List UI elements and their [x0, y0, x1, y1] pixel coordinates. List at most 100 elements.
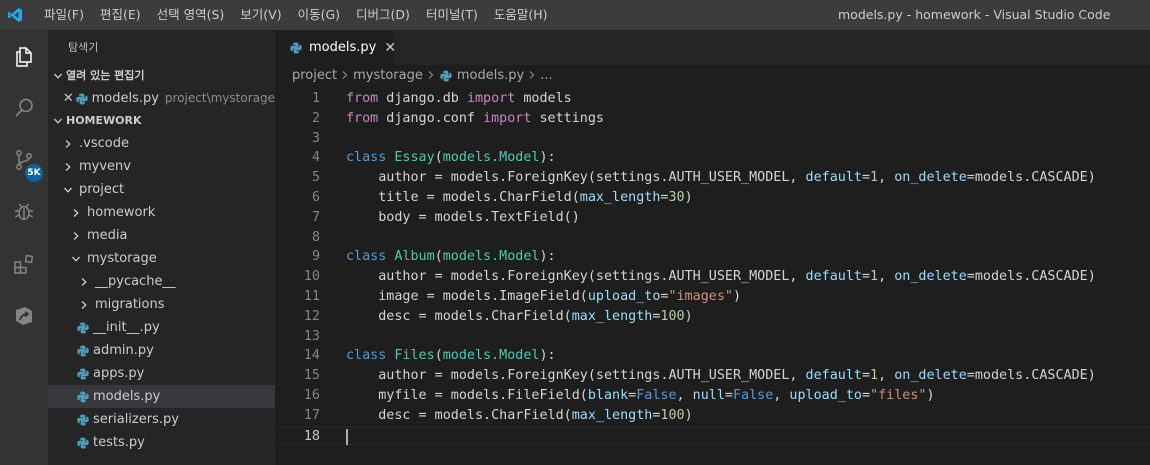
code-token: max_length [571, 308, 653, 324]
code-token: title = models.CharField( [346, 189, 580, 205]
code-line[interactable]: 9 class Album(models.Model): [275, 247, 1150, 267]
folder-item[interactable]: homework [48, 201, 275, 224]
code-token: upload_to [789, 387, 862, 403]
code-token: image = models.ImageField( [346, 288, 588, 304]
code-token: models [515, 91, 572, 106]
file-item[interactable]: serializers.py [48, 408, 275, 431]
sidebar-title: 탐색기 [68, 41, 99, 54]
code-token: author = models.ForeignKey(settings.AUTH… [346, 269, 806, 285]
code-token: "files" [870, 387, 927, 403]
open-editors-header[interactable]: 열려 있는 편집기 [48, 65, 275, 87]
python-file-icon [439, 69, 453, 83]
line-number: 14 [303, 348, 320, 364]
code-token: = [861, 387, 871, 403]
code-line[interactable]: 1 from django.db import models [275, 89, 1150, 109]
workspace-header[interactable]: HOMEWORK [48, 110, 275, 132]
code-line[interactable]: 12 desc = models.CharField(max_length=10… [275, 307, 1150, 327]
code-token: models.Model [442, 348, 540, 364]
code-token: class [346, 249, 387, 265]
folder-item[interactable]: migrations [48, 293, 275, 316]
tree-item-label: __pycache__ [95, 274, 176, 289]
menu-item[interactable]: 디버그(D) [348, 0, 418, 30]
code-line[interactable]: 7 body = models.TextField() [275, 208, 1150, 228]
code-token: models.Model [442, 249, 540, 265]
close-icon[interactable]: ✕ [62, 87, 75, 110]
debug-icon[interactable] [0, 188, 48, 236]
code-token: from [346, 91, 379, 106]
file-item[interactable]: admin.py [48, 339, 275, 362]
code-line[interactable]: 3 [275, 129, 1150, 149]
folder-item[interactable]: __pycache__ [48, 270, 275, 293]
code-line[interactable]: 2 from django.conf import settings [275, 109, 1150, 129]
tab-close-icon[interactable]: ✕ [384, 40, 396, 56]
code-token: 100 [660, 308, 685, 324]
breadcrumb-item[interactable]: mystorage [353, 65, 423, 87]
menu-item[interactable]: 이동(G) [290, 0, 348, 30]
code-token: author = models.ForeignKey(settings.AUTH… [346, 170, 806, 186]
code-token: =models.CASCADE) [966, 368, 1096, 384]
code-line[interactable]: 10 author = models.ForeignKey(settings.A… [275, 267, 1150, 287]
menu-item[interactable]: 터미널(T) [418, 0, 486, 30]
folder-item[interactable]: myvenv [48, 155, 275, 178]
code-token: Files [394, 348, 435, 364]
code-line[interactable]: 15 author = models.ForeignKey(settings.A… [275, 366, 1150, 386]
menu-item[interactable]: 보기(V) [232, 0, 289, 30]
menu-item[interactable]: 도움말(H) [486, 0, 556, 30]
file-item[interactable]: tests.py [48, 431, 275, 454]
folder-item[interactable]: .vscode [48, 132, 275, 155]
code-line[interactable]: 4 class Essay(models.Model): [275, 148, 1150, 168]
chevron-down-icon [50, 65, 66, 87]
menu-item[interactable]: 파일(F) [36, 0, 92, 30]
file-item[interactable]: __init__.py [48, 316, 275, 339]
open-editor-item[interactable]: ✕ models.py project\mystorage [48, 87, 275, 110]
line-number: 18 [303, 428, 320, 444]
menu-item[interactable]: 선택 영역(S) [149, 0, 233, 30]
code-line[interactable]: 5 author = models.ForeignKey(settings.AU… [275, 168, 1150, 188]
code-token: = [861, 170, 871, 186]
file-item[interactable]: models.py [48, 385, 275, 408]
python-file-icon [289, 41, 303, 55]
breadcrumb-item[interactable]: ... [540, 65, 552, 87]
line-number: 11 [303, 288, 320, 304]
chevron-right-icon [76, 271, 92, 293]
tree-item-label: migrations [95, 297, 165, 312]
title-bar: 파일(F) 편집(E) 선택 영역(S) 보기(V) 이동(G) 디버그(D) 터미널(T)… [0, 0, 1150, 30]
code-line[interactable]: 13 [275, 327, 1150, 347]
code-token: , [878, 170, 895, 186]
code-token: False [732, 387, 774, 403]
code-token: , [773, 387, 790, 403]
code-line[interactable]: 6 title = models.CharField(max_length=30… [275, 188, 1150, 208]
code-line[interactable]: 11 image = models.ImageField(upload_to="… [275, 287, 1150, 307]
line-number: 8 [311, 229, 320, 245]
extensions-icon[interactable] [0, 240, 48, 288]
folder-item[interactable]: media [48, 224, 275, 247]
code-token: 1 [870, 269, 879, 285]
code-token: 100 [660, 407, 685, 423]
code-line[interactable]: 14 class Files(models.Model): [275, 346, 1150, 366]
window-title: models.py - homework - Visual Studio Cod… [838, 7, 1111, 22]
code-editor[interactable]: 1 from django.db import models 2 from djang… [275, 89, 1150, 446]
code-token: =models.CASCADE) [966, 269, 1096, 285]
folder-item[interactable]: project [48, 178, 275, 201]
code-line[interactable]: 17 desc = models.CharField(max_length=10… [275, 406, 1150, 426]
code-line[interactable]: 16 myfile = models.FileField(blank=False… [275, 386, 1150, 406]
search-icon[interactable] [0, 84, 48, 132]
explorer-icon[interactable] [0, 33, 48, 81]
code-token: ( [434, 249, 443, 265]
menu-item[interactable]: 편집(E) [92, 0, 149, 30]
tab-models-py[interactable]: models.py ✕ [275, 30, 396, 65]
breadcrumb-item[interactable]: project [292, 65, 337, 87]
code-token: Essay [394, 150, 435, 166]
code-token: from [346, 110, 379, 126]
source-control-icon[interactable]: 5K [0, 136, 48, 184]
line-content: body = models.TextField() [346, 208, 580, 228]
code-line[interactable]: 18 [275, 425, 1150, 446]
file-item[interactable]: apps.py [48, 362, 275, 385]
folder-item[interactable]: mystorage [48, 247, 275, 270]
code-token: ) [732, 288, 742, 304]
breadcrumb-item[interactable]: models.py [457, 65, 524, 87]
code-line[interactable]: 8 [275, 228, 1150, 248]
remote-explorer-icon[interactable] [0, 292, 48, 340]
line-content: from django.db import models [346, 89, 572, 109]
code-token: max_length [571, 407, 653, 423]
